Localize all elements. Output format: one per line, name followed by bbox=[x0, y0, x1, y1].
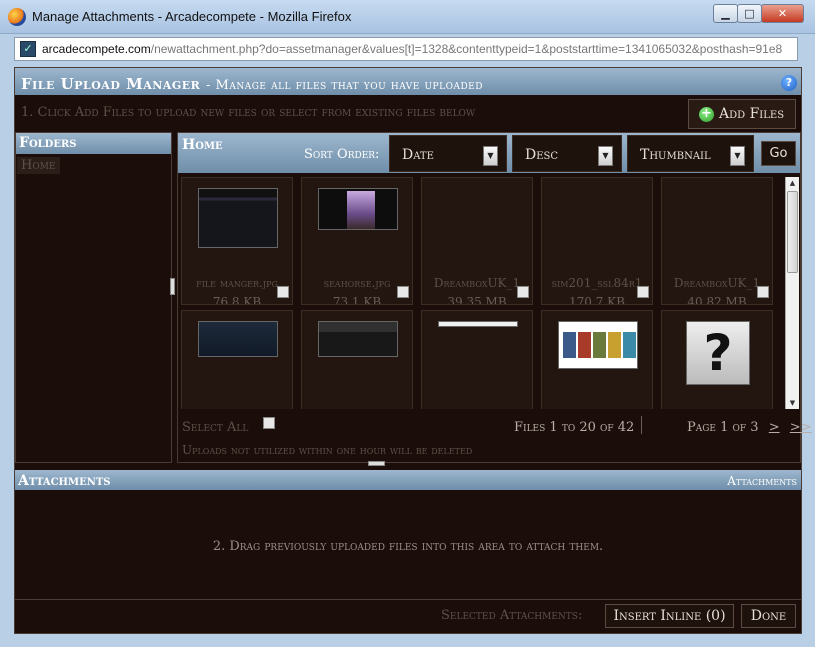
file-size: 73.1 KB bbox=[332, 295, 382, 305]
file-tile[interactable]: sim201_ssl84r1 170.7 KB bbox=[541, 177, 653, 305]
file-checkbox[interactable] bbox=[277, 286, 289, 298]
attachments-title: Attachments bbox=[18, 473, 111, 489]
attachments-drop-area[interactable]: 2. Drag previously uploaded files into t… bbox=[15, 490, 801, 600]
view-mode-select[interactable]: Thumbnail ▼ bbox=[627, 135, 754, 172]
file-size: 40.82 MB bbox=[687, 295, 747, 305]
url-domain: arcadecompete.com bbox=[42, 42, 151, 56]
home-header: Home Sort Order: Date ▼ Desc ▼ Thumbnail… bbox=[178, 133, 800, 173]
file-thumbnail bbox=[318, 188, 398, 230]
file-size: 39.35 MB bbox=[447, 295, 507, 305]
file-name: seahorse.jpg bbox=[323, 276, 391, 290]
file-grid-scrollbar[interactable]: ▲ ▼ bbox=[785, 177, 799, 409]
scroll-up-icon[interactable]: ▲ bbox=[787, 177, 798, 189]
file-tile[interactable] bbox=[181, 310, 293, 409]
file-size: 76.8 KB bbox=[212, 295, 262, 305]
help-icon[interactable]: ? bbox=[781, 75, 797, 91]
chevron-down-icon: ▼ bbox=[598, 146, 613, 166]
file-tile[interactable]: ? bbox=[661, 310, 773, 409]
file-thumbnail bbox=[198, 321, 278, 357]
file-size: 170.7 KB bbox=[569, 295, 625, 305]
file-name: sim201_ssl84r1 bbox=[551, 276, 643, 290]
unknown-file-icon: ? bbox=[686, 321, 750, 385]
site-favicon-icon: ✓ bbox=[20, 41, 36, 57]
page-info: Page 1 of 3 bbox=[687, 420, 759, 435]
drag-instruction: 2. Drag previously uploaded files into t… bbox=[212, 539, 604, 554]
manager-title: File Upload Manager - Manage all files t… bbox=[21, 75, 483, 93]
chevron-down-icon: ▼ bbox=[730, 146, 745, 166]
file-grid: file manger.jpg 76.8 KB seahorse.jpg 73.… bbox=[181, 177, 785, 409]
sort-field-select[interactable]: Date ▼ bbox=[389, 135, 507, 172]
horizontal-splitter-handle[interactable] bbox=[368, 461, 385, 466]
file-tile[interactable]: file manger.jpg 76.8 KB bbox=[181, 177, 293, 305]
manager-header: File Upload Manager - Manage all files t… bbox=[15, 68, 801, 95]
done-button[interactable]: Done bbox=[741, 604, 796, 628]
home-panel: Home Sort Order: Date ▼ Desc ▼ Thumbnail… bbox=[177, 132, 812, 463]
maximize-button[interactable]: □ bbox=[737, 4, 762, 23]
url-path: /newattachment.php?do=assetmanager&value… bbox=[150, 42, 783, 56]
file-checkbox[interactable] bbox=[757, 286, 769, 298]
add-files-button[interactable]: + Add Files bbox=[688, 99, 796, 129]
files-count: Files 1 to 20 of 42 bbox=[514, 420, 635, 435]
file-thumbnail bbox=[318, 321, 398, 357]
next-page-link[interactable]: > bbox=[769, 420, 780, 435]
file-thumbnail bbox=[558, 321, 638, 369]
attachments-link[interactable]: Attachments bbox=[727, 474, 797, 488]
folders-header: Folders bbox=[16, 133, 171, 154]
select-all-label: Select All bbox=[182, 420, 249, 435]
insert-inline-button[interactable]: Insert Inline (0) bbox=[605, 604, 734, 628]
sort-direction-select[interactable]: Desc ▼ bbox=[512, 135, 622, 172]
file-thumbnail bbox=[438, 321, 518, 327]
close-button[interactable]: ✕ bbox=[761, 4, 804, 23]
file-tile[interactable]: DreamboxUK_1 39.35 MB bbox=[421, 177, 533, 305]
firefox-icon bbox=[8, 8, 26, 26]
manager-subtitle: - Manage all files that you have uploade… bbox=[205, 78, 483, 93]
file-checkbox[interactable] bbox=[517, 286, 529, 298]
go-button[interactable]: Go bbox=[761, 141, 796, 166]
sort-order-label: Sort Order: bbox=[304, 147, 380, 162]
folders-panel: Folders Home bbox=[15, 132, 172, 463]
vertical-splitter-handle[interactable] bbox=[170, 278, 175, 295]
selected-attachments-label: Selected Attachments: bbox=[441, 608, 583, 623]
uploads-expiry-note: Uploads not utilized within one hour wil… bbox=[182, 443, 473, 457]
window-title: Manage Attachments - Arcadecompete - Moz… bbox=[32, 9, 352, 24]
file-tile[interactable]: DreamboxUK_1 40.82 MB bbox=[661, 177, 773, 305]
file-tile[interactable] bbox=[301, 310, 413, 409]
folder-item-home[interactable]: Home bbox=[17, 157, 60, 174]
file-name: file manger.jpg bbox=[196, 276, 278, 290]
file-tile[interactable] bbox=[421, 310, 533, 409]
plus-icon: + bbox=[699, 107, 714, 122]
file-tile[interactable]: seahorse.jpg 73.1 KB bbox=[301, 177, 413, 305]
last-page-link[interactable]: >> bbox=[790, 420, 812, 435]
file-checkbox[interactable] bbox=[397, 286, 409, 298]
minimize-button[interactable]: ▁ bbox=[713, 4, 738, 23]
upload-instruction: 1. Click Add Files to upload new files o… bbox=[21, 105, 476, 120]
scroll-down-icon[interactable]: ▼ bbox=[787, 397, 798, 409]
file-name: DreamboxUK_1 bbox=[433, 276, 521, 290]
file-thumbnail bbox=[198, 188, 278, 248]
file-upload-manager-dialog: File Upload Manager - Manage all files t… bbox=[14, 67, 812, 634]
address-bar[interactable]: ✓ arcadecompete.com/newattachment.php?do=… bbox=[14, 37, 798, 61]
home-title: Home bbox=[182, 137, 223, 153]
window-titlebar: Manage Attachments - Arcadecompete - Moz… bbox=[0, 0, 815, 34]
select-all-checkbox[interactable] bbox=[263, 417, 275, 429]
scrollbar-thumb[interactable] bbox=[787, 191, 798, 273]
file-checkbox[interactable] bbox=[637, 286, 649, 298]
divider bbox=[641, 416, 642, 434]
attachments-header: Attachments Attachments bbox=[15, 470, 801, 490]
file-name: DreamboxUK_1 bbox=[673, 276, 761, 290]
pagination: Page 1 of 3 > >> bbox=[687, 420, 812, 435]
file-tile[interactable] bbox=[541, 310, 653, 409]
chevron-down-icon: ▼ bbox=[483, 146, 498, 166]
